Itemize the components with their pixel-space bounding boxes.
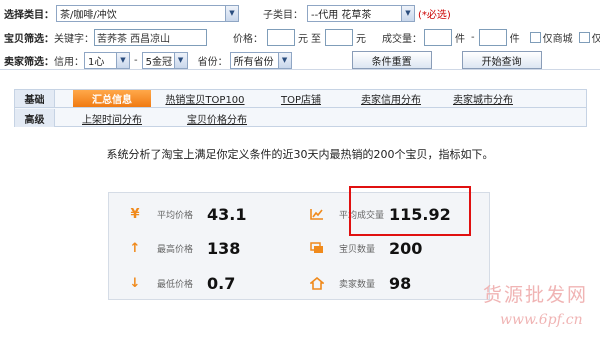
tab-price-distribution[interactable]: 宝贝价格分布 — [175, 109, 259, 127]
arrow-down-icon: ↓ — [129, 275, 141, 291]
tab-summary[interactable]: 汇总信息 — [73, 90, 151, 107]
subcategory-select[interactable]: --代用 花草茶 ▼ — [307, 4, 415, 22]
tab-seller-credit-label: 卖家信用分布 — [361, 95, 421, 106]
gallery-icon — [309, 240, 325, 256]
keyword-label: 关键字： — [54, 33, 94, 45]
stat-value: 98 — [389, 273, 412, 293]
credit-dash: - — [134, 54, 138, 66]
stat-value: 200 — [389, 238, 423, 258]
stat-label: 卖家数量 — [339, 279, 376, 290]
chevron-down-icon: ▼ — [173, 52, 187, 68]
stat-avg-price: ¥ 平均价格 43.1 — [127, 202, 246, 226]
advanced-tab-group-label: 高级 — [15, 109, 55, 127]
sales-dash: - — [471, 31, 475, 43]
price-min-input[interactable] — [267, 28, 295, 46]
credit-max-select[interactable]: 5金冠 ▼ — [141, 51, 188, 69]
province-label: 省份： — [197, 56, 228, 68]
stat-value: 0.7 — [207, 273, 236, 293]
sales-max-input[interactable] — [478, 28, 507, 46]
basic-tab-group-label: 基础 — [15, 90, 55, 107]
report-tabs: 基础 汇总信息 热销宝贝TOP100 TOP店铺 卖家信用分布 卖家城市分布 高… — [14, 89, 587, 127]
stat-label: 平均价格 — [157, 210, 194, 221]
chevron-down-icon: ▼ — [116, 52, 129, 68]
keyword-input[interactable]: 苦荞茶 西昌凉山 — [94, 28, 207, 46]
sales-min-input[interactable] — [424, 28, 452, 46]
bar-chart-icon — [309, 206, 325, 222]
filter-panel: 选择类目： 茶/咖啡/冲饮 ▼ 子类目： --代用 花草茶 ▼ (*必选) 宝贝… — [0, 0, 600, 70]
tab-listing-time[interactable]: 上架时间分布 — [73, 109, 151, 127]
province-select[interactable]: 所有省份 ▼ — [229, 51, 292, 69]
watermark-title: 货源批发网 — [483, 284, 589, 306]
tab-top100-items[interactable]: 热销宝贝TOP100 — [157, 90, 253, 107]
search-button[interactable]: 开始查询 — [461, 51, 542, 69]
tab-seller-city[interactable]: 卖家城市分布 — [443, 90, 523, 107]
price-unit: 元 — [298, 33, 308, 45]
highlight-box — [349, 186, 471, 236]
stat-max-price: ↑ 最高价格 138 — [127, 236, 241, 260]
subcategory-label: 子类目： — [263, 9, 303, 21]
summary-text: 系统分析了淘宝上满足你定义条件的近30天内最热销的200个宝贝，指标如下。 — [106, 148, 494, 161]
free-shipping-checkbox[interactable] — [578, 31, 590, 43]
chevron-down-icon: ▼ — [225, 5, 238, 21]
stat-item-count: 宝贝数量 200 — [309, 236, 422, 260]
tab-price-distribution-label: 宝贝价格分布 — [187, 114, 247, 126]
tab-listing-time-label: 上架时间分布 — [82, 114, 142, 126]
province-select-value: 所有省份 — [233, 56, 274, 68]
stat-min-price: ↓ 最低价格 0.7 — [127, 271, 236, 295]
price-to: 至 — [311, 33, 321, 45]
category-select[interactable]: 茶/咖啡/冲饮 ▼ — [56, 4, 239, 22]
credit-max-value: 5金冠 — [145, 56, 172, 68]
basic-tab-row: 基础 汇总信息 热销宝贝TOP100 TOP店铺 卖家信用分布 卖家城市分布 — [15, 90, 586, 108]
tab-top-shops-label: TOP店铺 — [280, 95, 321, 106]
sales-unit: 件 — [509, 33, 520, 45]
mall-only-checkbox[interactable] — [529, 31, 541, 43]
stat-seller-count: 卖家数量 98 — [309, 271, 411, 295]
reset-button[interactable]: 条件重置 — [351, 51, 432, 69]
stat-label: 最高价格 — [157, 244, 194, 255]
sales-unit: 件 — [455, 33, 465, 45]
credit-label: 信用： — [54, 56, 84, 68]
category-label: 选择类目： — [4, 9, 54, 21]
item-filter-row: 宝贝筛选： 关键字： 苦荞茶 西昌凉山 价格： 元 至 元 成交量： 件 - 件… — [4, 27, 600, 47]
tab-seller-city-label: 卖家城市分布 — [453, 95, 513, 106]
subcategory-select-value: --代用 花草茶 — [311, 9, 372, 21]
tab-seller-credit[interactable]: 卖家信用分布 — [353, 90, 429, 107]
stat-label: 宝贝数量 — [339, 244, 376, 255]
category-select-value: 茶/咖啡/冲饮 — [60, 9, 117, 21]
house-icon — [309, 275, 325, 291]
credit-min-select[interactable]: 1心 ▼ — [84, 51, 130, 69]
price-label: 价格： — [233, 33, 263, 45]
seller-filter-row: 卖家筛选： 信用： 1心 ▼ - 5金冠 ▼ 省份： 所有省份 ▼ 条件重置 开… — [4, 50, 542, 70]
stat-value: 138 — [207, 238, 241, 258]
category-row: 选择类目： 茶/咖啡/冲饮 ▼ 子类目： --代用 花草茶 ▼ (*必选) — [4, 3, 451, 23]
free-shipping-label: 仅包邮 — [591, 33, 600, 45]
arrow-up-icon: ↑ — [129, 240, 141, 256]
stat-label: 最低价格 — [157, 279, 194, 290]
tab-top100-items-label: 热销宝贝TOP100 — [165, 95, 245, 106]
tab-top-shops[interactable]: TOP店铺 — [263, 90, 339, 107]
chevron-down-icon: ▼ — [401, 5, 414, 21]
sales-label: 成交量： — [382, 33, 422, 45]
yen-icon: ¥ — [130, 206, 140, 222]
required-note: (*必选) — [418, 9, 451, 21]
item-filter-label: 宝贝筛选： — [4, 33, 54, 45]
advanced-tab-row: 高级 上架时间分布 宝贝价格分布 — [15, 109, 586, 127]
watermark-url: www.6pf.cn — [500, 312, 583, 328]
chevron-down-icon: ▼ — [277, 52, 291, 68]
credit-min-value: 1心 — [88, 56, 105, 68]
price-max-input[interactable] — [325, 28, 353, 46]
stat-value: 43.1 — [207, 204, 247, 224]
mall-only-label: 仅商城 — [542, 33, 573, 45]
price-unit: 元 — [356, 33, 366, 45]
seller-filter-label: 卖家筛选： — [4, 56, 54, 68]
